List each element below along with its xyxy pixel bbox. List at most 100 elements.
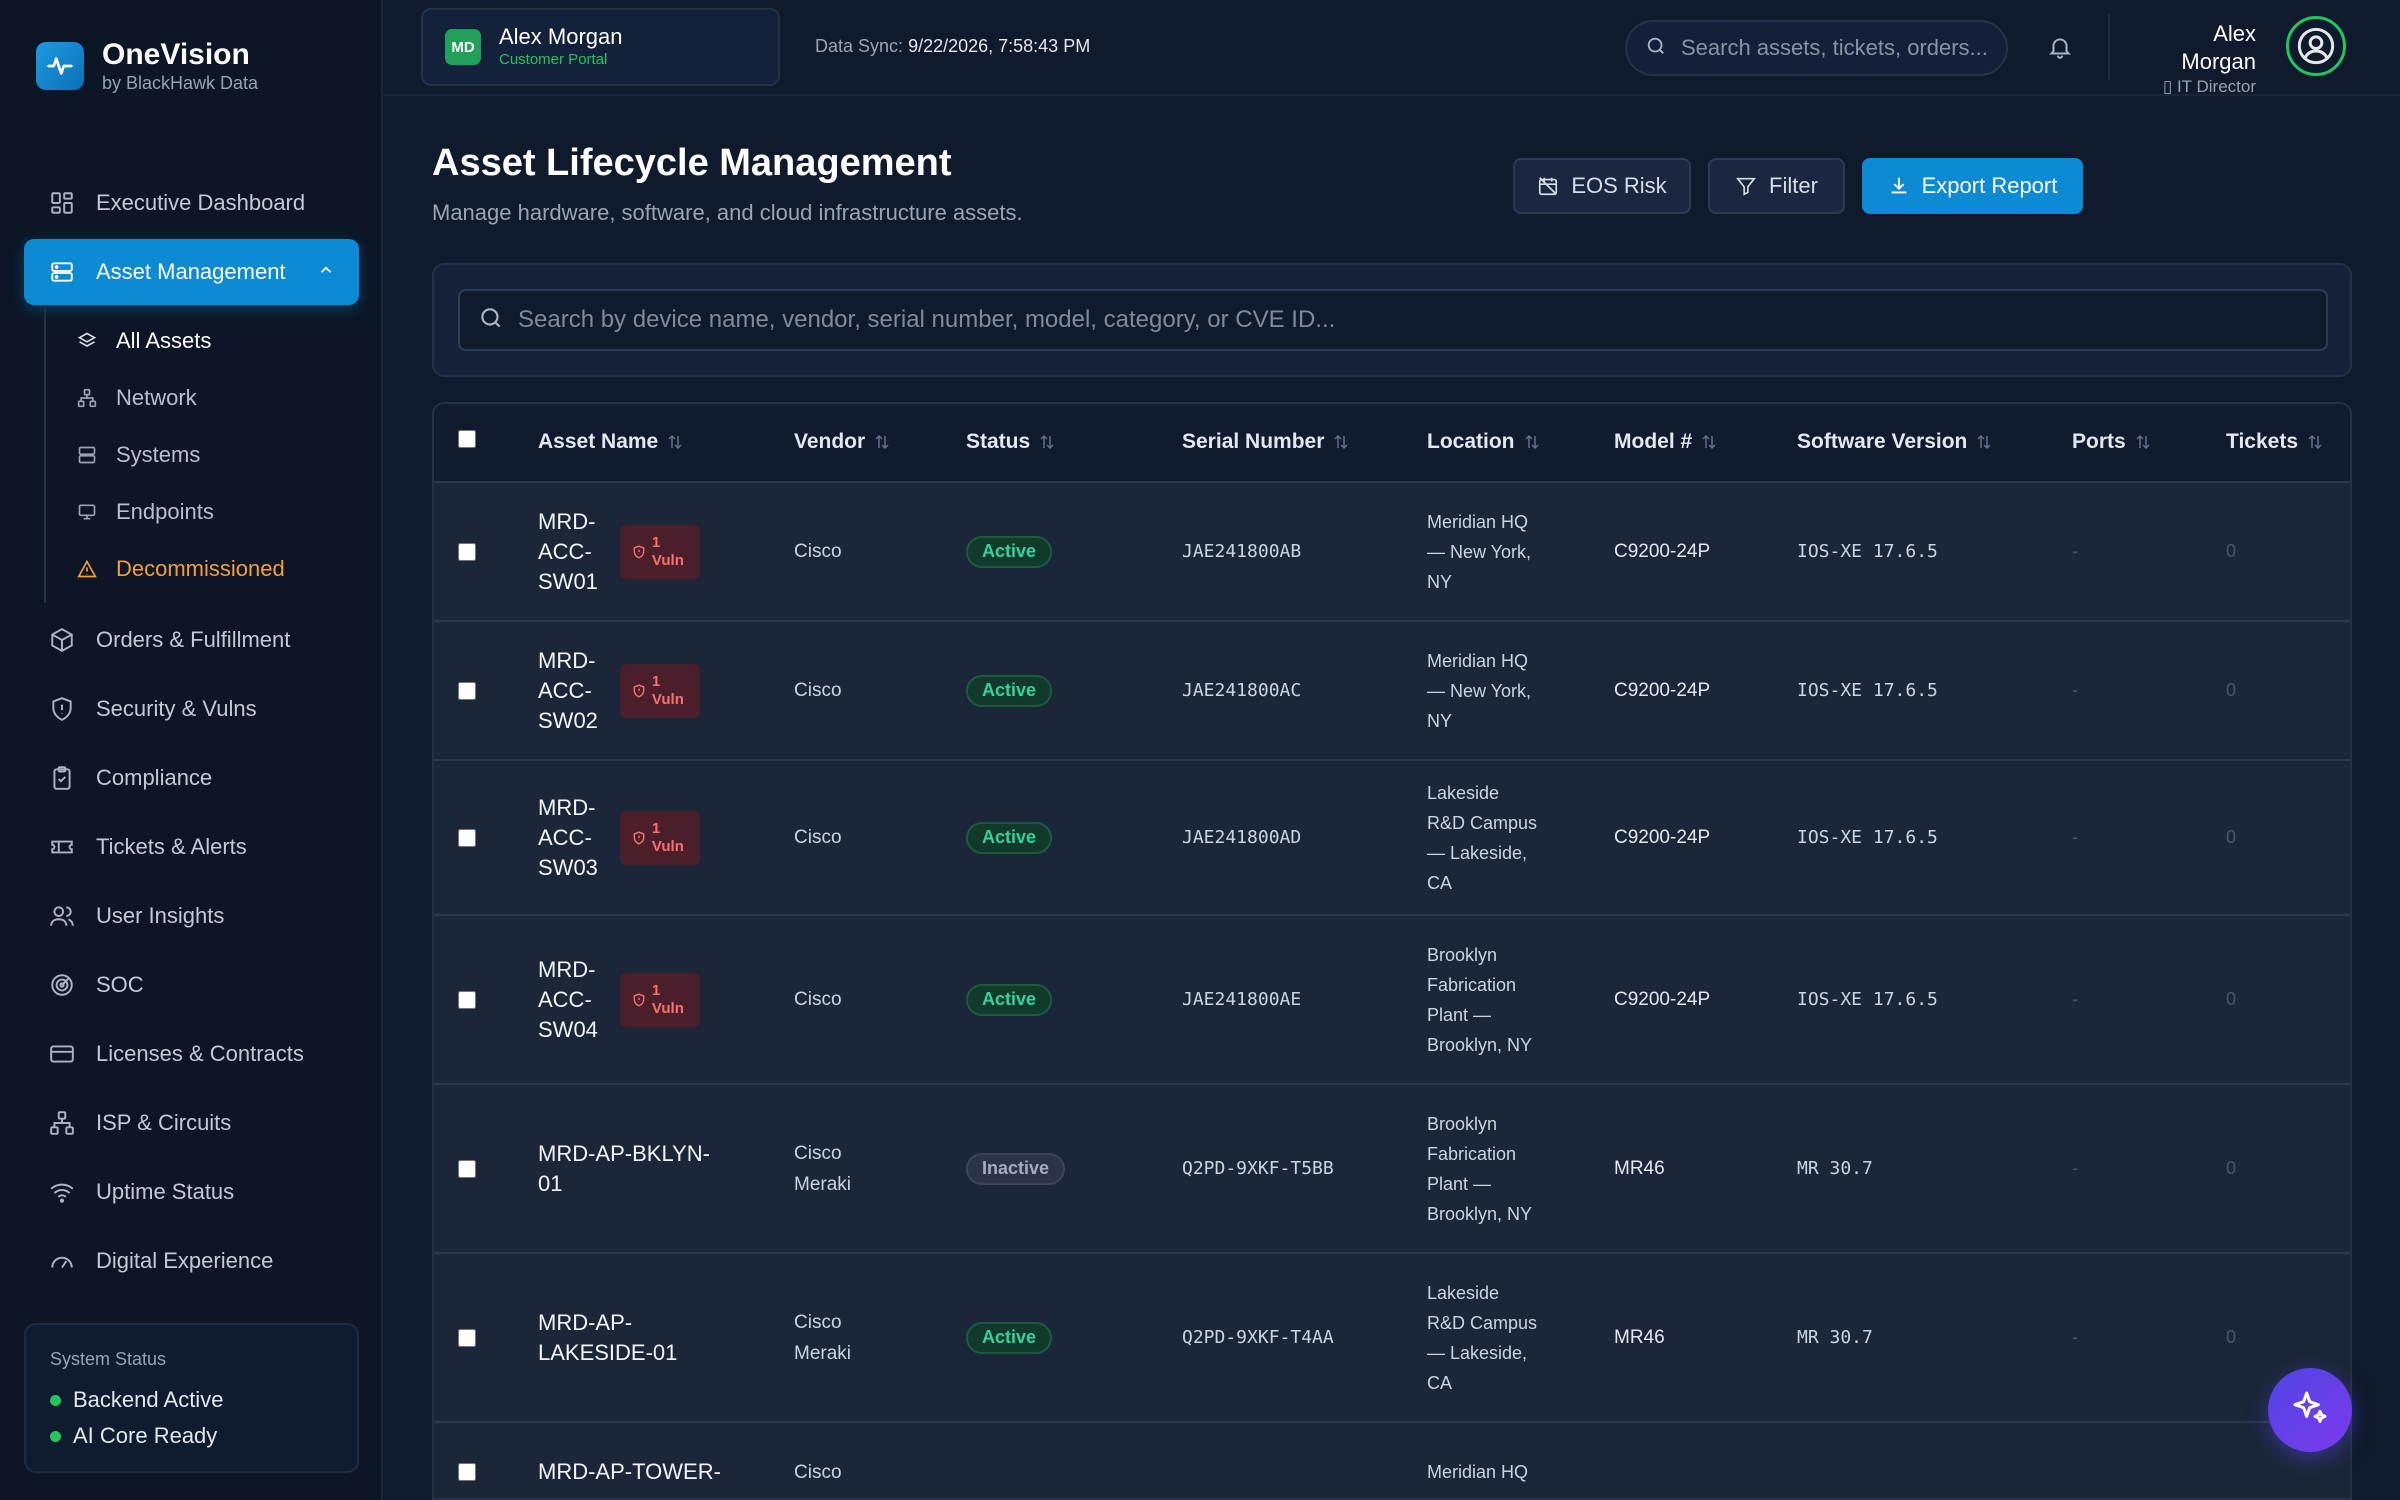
asset-name[interactable]: MRD-AP-BKLYN- 01 (538, 1139, 710, 1199)
eos-risk-label: EOS Risk (1571, 173, 1667, 198)
location-cell: Lakeside R&D Campus — Lakeside, CA (1427, 778, 1537, 898)
table-row[interactable]: MRD- ACC- SW02 1 Vuln Cisco Active JAE241800AC M… (434, 622, 2350, 761)
asset-search (458, 289, 2328, 351)
ai-assistant-button[interactable] (2268, 1368, 2352, 1452)
vuln-badge[interactable]: 1 Vuln (619, 524, 700, 579)
download-icon (1888, 175, 1910, 197)
sidebar-item-tickets[interactable]: Tickets & Alerts (24, 814, 359, 880)
sidebar-item-executive-dashboard[interactable]: Executive Dashboard (24, 170, 359, 236)
sidebar-item-user-insights[interactable]: User Insights (24, 883, 359, 949)
brand[interactable]: OneVision by BlackHawk Data (36, 38, 258, 94)
vendor-line: Cisco (794, 541, 842, 562)
avatar[interactable] (2286, 16, 2346, 76)
vuln-badge[interactable]: 1 Vuln (619, 810, 700, 865)
sidebar-item-label: Network (116, 384, 197, 410)
asset-name[interactable]: MRD- ACC- SW02 (538, 646, 598, 736)
sidebar-item-isp-circuits[interactable]: ISP & Circuits (24, 1090, 359, 1156)
sidebar-item-uptime[interactable]: Uptime Status (24, 1159, 359, 1225)
sort-icon (1523, 433, 1541, 451)
table-row[interactable]: MRD- ACC- SW01 1 Vuln Cisco Active JAE241800AB M… (434, 483, 2350, 622)
tickets-value: 0 (2226, 680, 2237, 700)
asset-name-line: ACC- (538, 986, 592, 1012)
software-version: MR 30.7 (1797, 1158, 1873, 1179)
sidebar-item-label: Asset Management (96, 259, 286, 284)
global-search-input[interactable] (1681, 35, 1991, 61)
sidebar-subitem-network[interactable]: Network (46, 369, 359, 426)
sort-icon (2306, 433, 2324, 451)
vuln-badge[interactable]: 1 Vuln (619, 972, 700, 1027)
table-row[interactable]: MRD-AP-TOWER- Cisco Meridian HQ (434, 1423, 2350, 1498)
column-header-tickets[interactable]: Tickets (2226, 430, 2324, 454)
chevron-up-icon[interactable] (317, 259, 335, 285)
asset-name[interactable]: MRD- ACC- SW04 (538, 955, 598, 1045)
column-header-serial[interactable]: Serial Number (1182, 430, 1350, 454)
select-all-checkbox[interactable] (458, 430, 476, 448)
table-row[interactable]: MRD-AP-BKLYN- 01 Cisco Meraki Inactive Q2PD-9… (434, 1085, 2350, 1254)
tickets-value: 0 (2226, 827, 2237, 847)
sidebar-item-digital-experience[interactable]: Digital Experience (24, 1228, 359, 1294)
location-line: Fabrication (1427, 1143, 1517, 1164)
model-number: C9200-24P (1614, 679, 1711, 701)
vendor-line: Cisco (794, 989, 842, 1010)
table-header: Asset Name Vendor Status Serial Number L… (434, 404, 2350, 483)
sidebar-subitem-decommissioned[interactable]: Decommissioned (46, 540, 359, 597)
filter-button[interactable]: Filter (1708, 158, 1845, 214)
table-row[interactable]: MRD-AP- LAKESIDE-01 Cisco Meraki Active Q2PD-… (434, 1254, 2350, 1423)
location-cell: Meridian HQ — New York, NY (1427, 507, 1531, 597)
column-header-vendor[interactable]: Vendor (794, 430, 891, 454)
row-checkbox[interactable] (458, 828, 476, 847)
sidebar-item-soc[interactable]: SOC (24, 952, 359, 1018)
table-row[interactable]: MRD- ACC- SW04 1 Vuln Cisco Active JAE241800AE B… (434, 916, 2350, 1085)
sidebar-item-security[interactable]: Security & Vulns (24, 676, 359, 742)
asset-name[interactable]: MRD- ACC- SW01 (538, 507, 598, 597)
tickets-value: 0 (2226, 1158, 2237, 1178)
row-checkbox[interactable] (458, 1328, 476, 1347)
column-header-ports[interactable]: Ports (2072, 430, 2152, 454)
row-checkbox[interactable] (458, 990, 476, 1009)
serial-number: JAE241800AC (1182, 680, 1302, 701)
software-version: IOS-XE 17.6.5 (1797, 541, 1938, 562)
sidebar-item-orders[interactable]: Orders & Fulfillment (24, 607, 359, 673)
status-badge: Active (966, 674, 1053, 707)
asset-name[interactable]: MRD- ACC- SW03 (538, 793, 598, 883)
dashboard-icon (48, 189, 76, 217)
data-sync: Data Sync: 9/22/2026, 7:58:43 PM (815, 36, 1090, 57)
sidebar-subitem-endpoints[interactable]: Endpoints (46, 483, 359, 540)
location-line: CA (1427, 1372, 1453, 1393)
sidebar-nav: Executive Dashboard Asset Management All… (24, 170, 359, 1297)
column-header-location[interactable]: Location (1427, 430, 1541, 454)
sidebar-item-compliance[interactable]: Compliance (24, 745, 359, 811)
wifi-icon (48, 1178, 76, 1206)
row-checkbox[interactable] (458, 681, 476, 700)
export-report-button[interactable]: Export Report (1862, 158, 2083, 214)
page-title: Asset Lifecycle Management (432, 142, 952, 184)
asset-search-input[interactable] (518, 306, 2298, 334)
vendor-cell: Cisco (794, 984, 842, 1015)
row-checkbox[interactable] (458, 542, 476, 561)
column-header-model[interactable]: Model # (1614, 430, 1718, 454)
asset-name-line: SW02 (538, 707, 598, 733)
sidebar-subitem-all-assets[interactable]: All Assets (46, 312, 359, 369)
row-checkbox[interactable] (458, 1159, 476, 1178)
backend-status-label: Backend Active (73, 1387, 224, 1412)
asset-name[interactable]: MRD-AP- LAKESIDE-01 (538, 1308, 677, 1368)
column-label: Serial Number (1182, 430, 1325, 453)
vuln-badge[interactable]: 1 Vuln (619, 663, 700, 718)
sidebar-subitem-systems[interactable]: Systems (46, 426, 359, 483)
column-header-asset-name[interactable]: Asset Name (538, 430, 684, 454)
column-header-software[interactable]: Software Version (1797, 430, 1993, 454)
portal-switcher[interactable]: MD Alex Morgan Customer Portal (421, 8, 780, 86)
eos-risk-button[interactable]: EOS Risk (1513, 158, 1691, 214)
column-header-status[interactable]: Status (966, 430, 1056, 454)
location-line: — New York, (1427, 541, 1532, 562)
bell-icon[interactable] (2043, 30, 2077, 64)
asset-name-line: SW04 (538, 1016, 598, 1042)
sidebar-item-asset-management[interactable]: Asset Management (24, 239, 359, 305)
row-checkbox[interactable] (458, 1463, 476, 1481)
asset-name[interactable]: MRD-AP-TOWER- (538, 1457, 721, 1487)
location-line: Lakeside (1427, 1282, 1500, 1303)
software-version: IOS-XE 17.6.5 (1797, 680, 1938, 701)
serial-number: JAE241800AD (1182, 827, 1302, 848)
sidebar-item-licenses[interactable]: Licenses & Contracts (24, 1021, 359, 1087)
table-row[interactable]: MRD- ACC- SW03 1 Vuln Cisco Active JAE241800AD L… (434, 761, 2350, 916)
